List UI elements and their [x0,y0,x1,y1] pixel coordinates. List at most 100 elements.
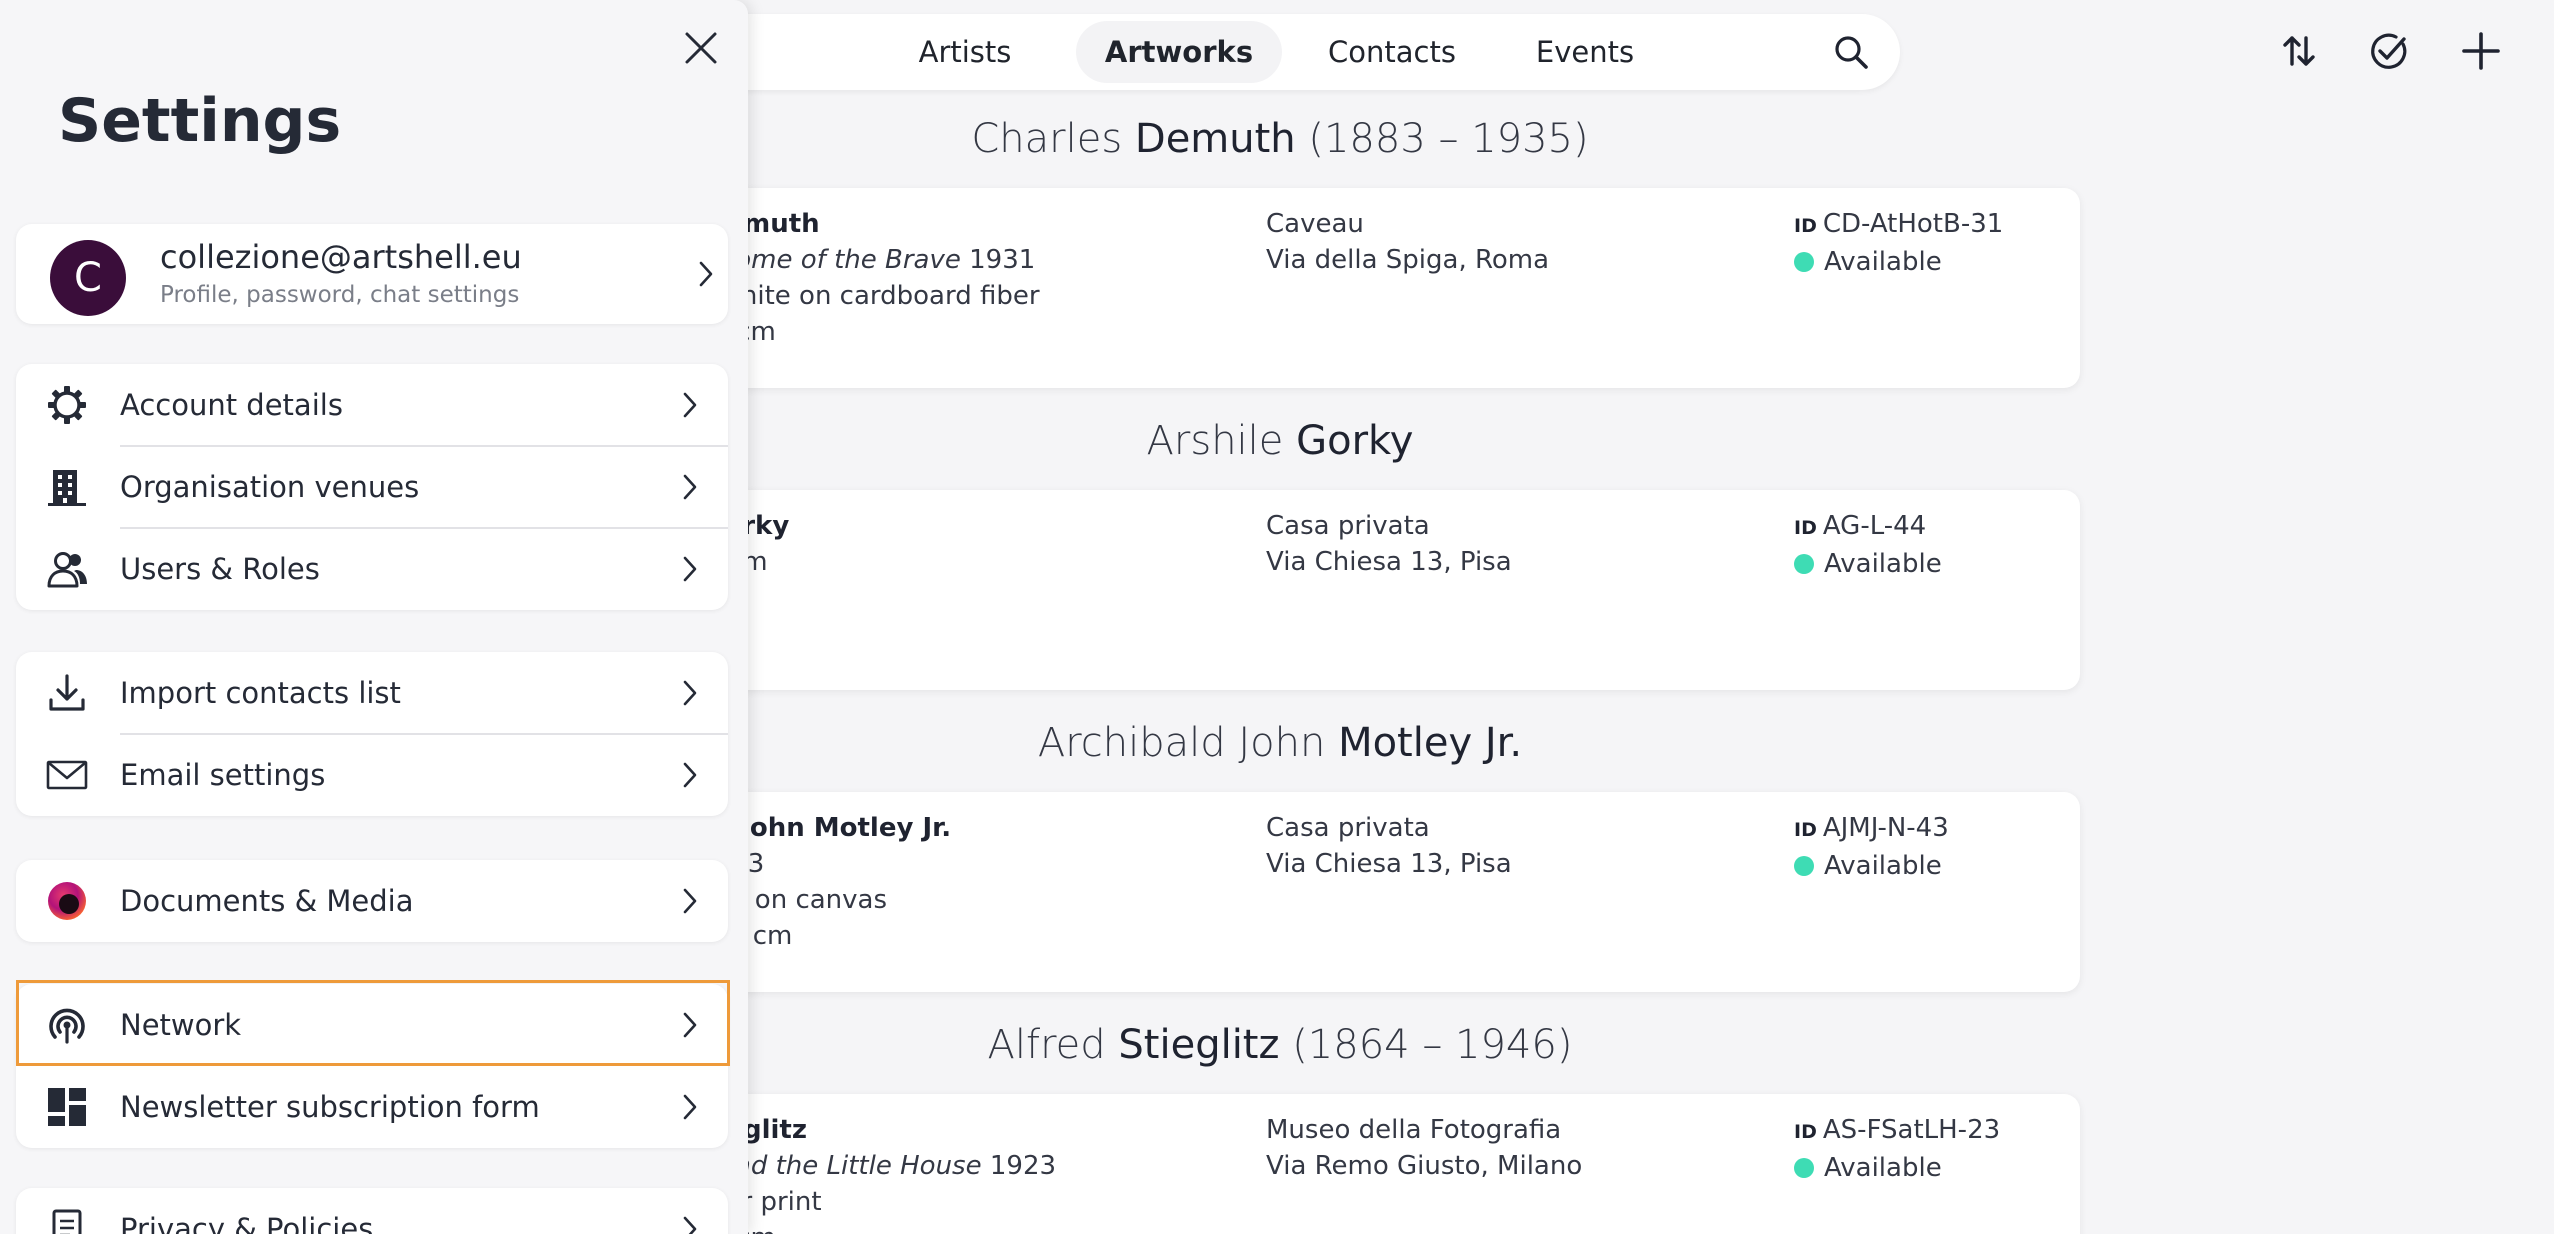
chevron-right-icon [699,261,713,287]
chevron-right-icon [683,474,697,500]
download-icon [49,674,85,711]
artist-heading: Arshile Gorky [600,418,1960,464]
id-label: ID [1794,215,1817,237]
status-badge: Available [1824,549,1942,579]
artist-heading: Alfred Stieglitz (1864 – 1946) [600,1022,1960,1068]
artist-first-name: Charles [971,116,1135,162]
status-dot [1794,856,1814,876]
settings-group-privacy: Privacy & Policies [16,1188,728,1234]
artist-first-name: Arshile [1146,418,1297,464]
artist-first-name: Archibald John [1037,720,1339,766]
settings-item-import-contacts[interactable]: Import contacts list [16,652,728,734]
chevron-right-icon [683,392,697,418]
status-dot [1794,252,1814,272]
artwork-id: AS-FSatLH-23 [1822,1115,2001,1145]
artwork-address: Via Chiesa 13, Pisa [1266,849,1512,879]
plus-icon[interactable] [2458,28,2504,74]
settings-item-label: Email settings [120,758,326,792]
artwork-year: 1923 [981,1151,1057,1181]
settings-item-label: Users & Roles [120,552,320,586]
page-title: Settings [58,86,342,156]
artwork-meta: ID AG-L-44 Available [1794,508,2094,582]
users-icon [47,552,87,588]
status-badge: Available [1824,1153,1942,1183]
search-icon[interactable] [1834,35,1868,69]
artwork-card[interactable]: hibald John Motley Jr. tlife 1943 painti… [640,792,2080,992]
status-badge: Available [1824,851,1942,881]
artist-years: (1864 – 1946) [1279,1022,1573,1068]
profile-email: collezione@artshell.eu [160,238,522,276]
artwork-meta: ID AJMJ-N-43 Available [1794,810,2094,884]
settings-item-label: Organisation venues [120,470,420,504]
top-nav-bar: Artists Artworks Contacts Events [600,14,1900,90]
chevron-right-icon [683,888,697,914]
id-label: ID [1794,1121,1817,1143]
settings-item-label: Documents & Media [120,884,414,918]
profile-subtitle: Profile, password, chat settings [160,282,520,308]
tab-artists[interactable]: Artists [890,21,1040,83]
gear-icon [48,386,86,424]
settings-item-documents-media[interactable]: Documents & Media [16,860,728,942]
settings-item-newsletter-form[interactable]: Newsletter subscription form [16,1066,728,1148]
artist-surname: Motley Jr. [1338,720,1523,766]
close-icon[interactable] [681,28,721,68]
artwork-id: AJMJ-N-43 [1822,813,1949,843]
sort-icon[interactable] [2276,28,2322,74]
artist-heading: Charles Demuth (1883 – 1935) [600,116,1960,162]
settings-group-account: Account details Organisation venues User… [16,364,728,610]
check-circle-icon[interactable] [2366,28,2412,74]
artwork-venue: Casa privata [1266,511,1430,541]
settings-group-media: Documents & Media [16,860,728,942]
status-dot [1794,554,1814,574]
status-badge: Available [1824,247,1942,277]
artwork-address: Via Remo Giusto, Milano [1266,1151,1583,1181]
chevron-right-icon [683,762,697,788]
artwork-card[interactable]: rles Demuth d the Home of the Brave 1931… [640,188,2080,388]
artwork-venue: Caveau [1266,209,1364,239]
id-label: ID [1794,819,1817,841]
artist-surname: Gorky [1296,418,1414,464]
artwork-card[interactable]: ed Stieglitz Snow and the Little House 1… [640,1094,2080,1234]
settings-group-contacts: Import contacts list Email settings [16,652,728,816]
tab-events[interactable]: Events [1510,21,1660,83]
artwork-year: 1931 [960,245,1036,275]
artist-first-name: Alfred [987,1022,1119,1068]
artwork-address: Via Chiesa 13, Pisa [1266,547,1512,577]
artist-heading: Archibald John Motley Jr. [600,720,1960,766]
artwork-meta: ID CD-AtHotB-31 Available [1794,206,2094,280]
artwork-venue: Museo della Fotografia [1266,1115,1562,1145]
tab-contacts[interactable]: Contacts [1310,21,1474,83]
artwork-venue: Casa privata [1266,813,1430,843]
artwork-location: Casa privata Via Chiesa 13, Pisa [1266,508,1726,580]
settings-item-label: Account details [120,388,343,422]
chevron-right-icon [683,680,697,706]
artwork-card[interactable]: hile Gorky × 260 cm Casa privata Via Chi… [640,490,2080,690]
building-icon [48,470,86,506]
settings-item-email-settings[interactable]: Email settings [16,734,728,816]
artwork-location: Museo della Fotografia Via Remo Giusto, … [1266,1112,1726,1184]
settings-item-account-details[interactable]: Account details [16,364,728,446]
artwork-location: Casa privata Via Chiesa 13, Pisa [1266,810,1726,882]
settings-item-users-roles[interactable]: Users & Roles [16,528,728,610]
settings-item-label: Newsletter subscription form [120,1090,540,1124]
settings-item-organisation-venues[interactable]: Organisation venues [16,446,728,528]
dashboard-icon [48,1088,86,1126]
artwork-id: CD-AtHotB-31 [1822,209,2004,239]
id-label: ID [1794,517,1817,539]
settings-panel: Settings C collezione@artshell.eu Profil… [0,0,748,1234]
artwork-meta: ID AS-FSatLH-23 Available [1794,1112,2094,1186]
media-icon [48,882,86,920]
artworks-list: Charles Demuth (1883 – 1935) rles Demuth… [600,100,2100,1234]
tab-artworks[interactable]: Artworks [1076,21,1282,83]
settings-item-label: Import contacts list [120,676,401,710]
status-dot [1794,1158,1814,1178]
chevron-right-icon [683,1094,697,1120]
envelope-icon [46,760,88,790]
chevron-right-icon [683,1216,697,1234]
profile-card[interactable]: C collezione@artshell.eu Profile, passwo… [16,224,728,324]
document-icon [52,1209,82,1234]
settings-item-privacy-policies[interactable]: Privacy & Policies [16,1188,728,1234]
artist-surname: Stieglitz [1118,1022,1280,1068]
settings-item-label: Privacy & Policies [120,1212,374,1234]
artist-surname: Demuth [1134,116,1296,162]
